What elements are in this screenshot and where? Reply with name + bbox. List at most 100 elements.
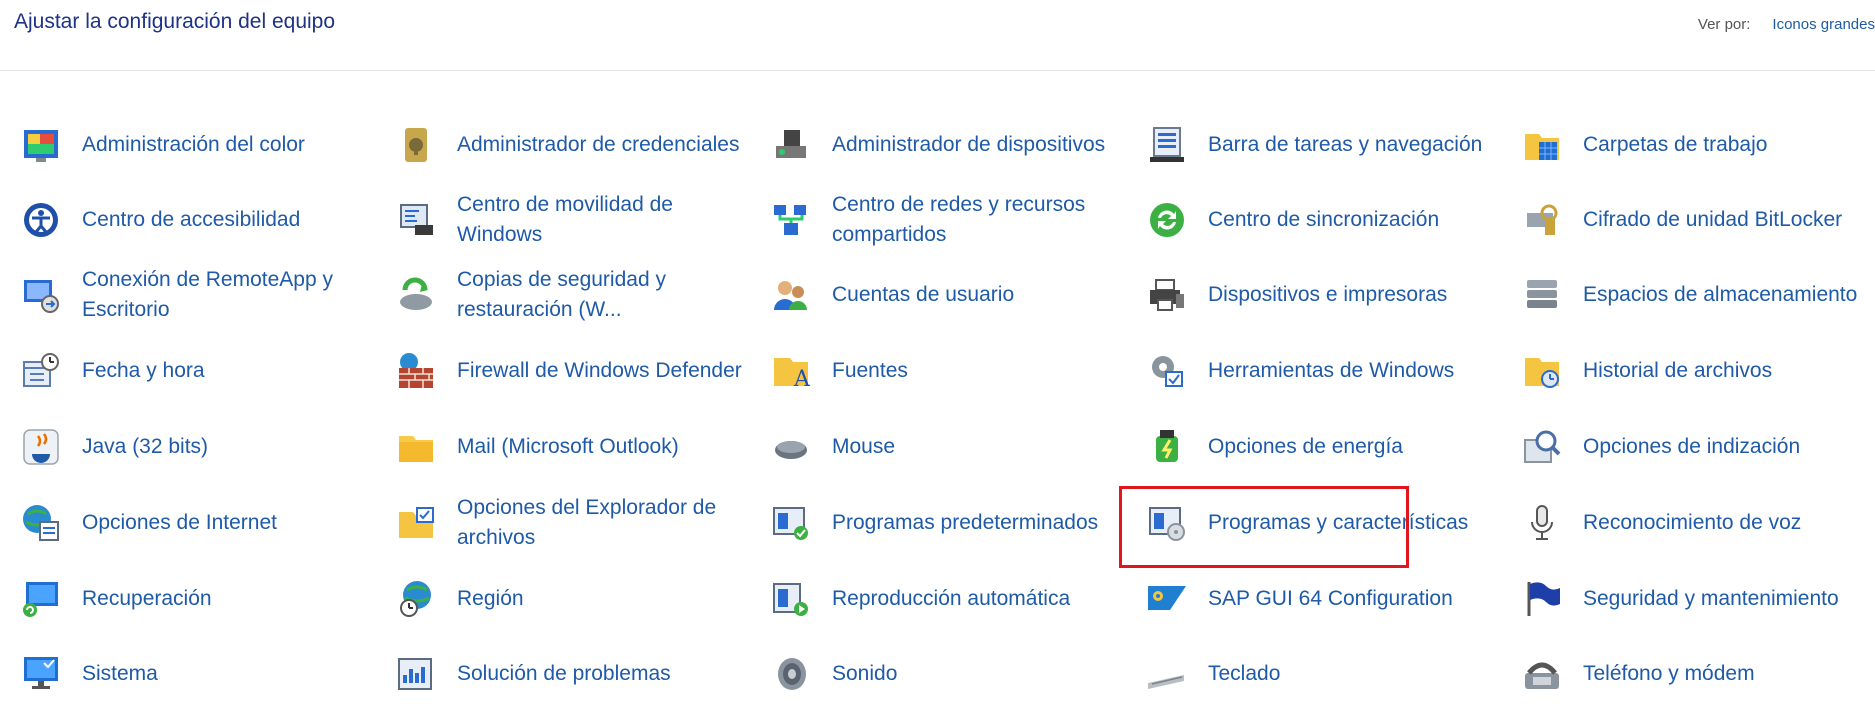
network-center-icon	[770, 199, 812, 241]
control-panel-item-internet-options[interactable]: Opciones de Internet	[20, 493, 375, 553]
control-panel-item-label: Recuperación	[82, 587, 212, 610]
control-panel-item-label: Administrador de credenciales	[457, 133, 740, 156]
control-panel-item-system-monitor[interactable]: Sistema	[20, 644, 375, 704]
control-panel-item-label: Sistema	[82, 662, 158, 685]
user-accounts-icon	[770, 274, 812, 316]
control-panel-item-label: Seguridad y mantenimiento	[1583, 587, 1839, 610]
bitlocker-icon	[1521, 199, 1563, 241]
control-panel-item-remoteapp[interactable]: Conexión de RemoteApp y Escritorio	[20, 265, 375, 325]
device-manager-icon	[770, 124, 812, 166]
control-panel-item-firewall[interactable]: Firewall de Windows Defender	[395, 341, 750, 401]
control-panel-item-label: Administrador de dispositivos	[832, 133, 1106, 156]
control-panel-item-explorer-options[interactable]: Opciones del Explorador de archivos	[395, 493, 750, 553]
phone-modem-icon	[1521, 653, 1563, 695]
recovery-icon	[20, 578, 62, 620]
control-panel-item-troubleshoot[interactable]: Solución de problemas	[395, 644, 750, 704]
control-panel-item-speaker[interactable]: Sonido	[770, 644, 1125, 704]
control-panel-item-label: Programas predeterminados	[832, 511, 1099, 534]
gear-tools-icon	[1146, 350, 1188, 392]
control-panel-item-bitlocker[interactable]: Cifrado de unidad BitLocker	[1521, 190, 1875, 250]
control-panel-item-region-globe[interactable]: Región	[395, 569, 750, 629]
control-panel-item-sap[interactable]: SAP GUI 64 Configuration	[1146, 569, 1501, 629]
control-panel-item-autoplay[interactable]: Reproducción automática	[770, 569, 1125, 629]
taskbar-icon	[1146, 124, 1188, 166]
control-panel-item-mouse[interactable]: Mouse	[770, 417, 1125, 477]
control-panel-item-taskbar[interactable]: Barra de tareas y navegación	[1146, 115, 1501, 175]
control-panel-item-mail-folder[interactable]: Mail (Microsoft Outlook)	[395, 417, 750, 477]
java-icon	[20, 426, 62, 468]
storage-spaces-icon	[1521, 274, 1563, 316]
control-panel-item-default-programs[interactable]: Programas predeterminados	[770, 493, 1125, 553]
security-flag-icon	[1521, 578, 1563, 620]
control-panel-item-label: Mouse	[832, 435, 896, 458]
control-panel-item-mobility-center[interactable]: Centro de movilidad de Windows	[395, 190, 750, 250]
control-panel-item-gear-tools[interactable]: Herramientas de Windows	[1146, 341, 1501, 401]
control-panel-item-calendar-clock[interactable]: Fecha y hora	[20, 341, 375, 401]
control-panel-item-label: Teclado	[1208, 662, 1281, 685]
control-panel-item-power[interactable]: Opciones de energía	[1146, 417, 1501, 477]
control-panel-item-java[interactable]: Java (32 bits)	[20, 417, 375, 477]
mouse-icon	[770, 426, 812, 468]
control-panel-grid: Administración del color Administrador de…	[0, 110, 1875, 699]
mail-folder-icon	[395, 426, 437, 468]
control-panel-item-label: Historial de archivos	[1583, 359, 1773, 382]
control-panel-item-sync-center[interactable]: Centro de sincronización	[1146, 190, 1501, 250]
remoteapp-icon	[20, 274, 62, 316]
control-panel-item-network-center[interactable]: Centro de redes y recursos compartidos	[770, 190, 1125, 250]
control-panel-item-label: Fecha y hora	[82, 359, 205, 382]
control-panel-item-printer[interactable]: Dispositivos e impresoras	[1146, 265, 1501, 325]
control-panel-item-label: Solución de problemas	[457, 662, 671, 685]
control-panel-item-security-flag[interactable]: Seguridad y mantenimiento	[1521, 569, 1875, 629]
control-panel-item-phone-modem[interactable]: Teléfono y módem	[1521, 644, 1875, 704]
control-panel-item-indexing[interactable]: Opciones de indización	[1521, 417, 1875, 477]
control-panel-item-work-folders[interactable]: Carpetas de trabajo	[1521, 115, 1875, 175]
control-panel-item-microphone[interactable]: Reconocimiento de voz	[1521, 493, 1875, 553]
control-panel-item-label: Reconocimiento de voz	[1583, 511, 1802, 534]
control-panel-item-label: Firewall de Windows Defender	[457, 359, 742, 382]
highlight-box	[1119, 486, 1409, 568]
control-panel-item-label: Región	[457, 587, 524, 610]
control-panel-item-label: Reproducción automática	[832, 587, 1071, 610]
internet-options-icon	[20, 502, 62, 544]
default-programs-icon	[770, 502, 812, 544]
control-panel-item-color-management[interactable]: Administración del color	[20, 115, 375, 175]
control-panel-item-label: Sonido	[832, 662, 898, 685]
header-divider	[0, 70, 1875, 71]
calendar-clock-icon	[20, 350, 62, 392]
control-panel-item-label: Herramientas de Windows	[1208, 359, 1455, 382]
explorer-options-icon	[395, 502, 437, 544]
control-panel-item-credential-manager[interactable]: Administrador de credenciales	[395, 115, 750, 175]
color-management-icon	[20, 124, 62, 166]
control-panel-item-keyboard[interactable]: Teclado	[1146, 644, 1501, 704]
control-panel-item-label: Opciones de indización	[1583, 435, 1801, 458]
control-panel-item-label: Carpetas de trabajo	[1583, 133, 1768, 156]
control-panel-item-user-accounts[interactable]: Cuentas de usuario	[770, 265, 1125, 325]
control-panel-item-accessibility[interactable]: Centro de accesibilidad	[20, 190, 375, 250]
control-panel-item-fonts[interactable]: A Fuentes	[770, 341, 1125, 401]
firewall-icon	[395, 350, 437, 392]
control-panel-item-file-history[interactable]: Historial de archivos	[1521, 341, 1875, 401]
file-history-icon	[1521, 350, 1563, 392]
control-panel-item-device-manager[interactable]: Administrador de dispositivos	[770, 115, 1125, 175]
control-panel-item-label: Copias de seguridad y restauración (W...	[457, 268, 666, 321]
keyboard-icon	[1146, 653, 1188, 695]
control-panel-item-label: Centro de accesibilidad	[82, 208, 301, 231]
control-panel-item-label: Espacios de almacenamiento	[1583, 283, 1858, 306]
view-by: Ver por: Iconos grandes	[1698, 16, 1875, 33]
autoplay-icon	[770, 578, 812, 620]
control-panel-item-storage-spaces[interactable]: Espacios de almacenamiento	[1521, 265, 1875, 325]
sap-icon	[1146, 578, 1188, 620]
control-panel-item-label: Barra de tareas y navegación	[1208, 133, 1483, 156]
control-panel-item-label: Mail (Microsoft Outlook)	[457, 435, 679, 458]
fonts-icon: A	[770, 350, 812, 392]
mobility-center-icon	[395, 199, 437, 241]
view-by-dropdown[interactable]: Iconos grandes	[1772, 16, 1875, 33]
control-panel-item-label: Opciones de Internet	[82, 511, 277, 534]
control-panel-item-label: Cuentas de usuario	[832, 283, 1015, 306]
page-title: Ajustar la configuración del equipo	[14, 10, 336, 33]
control-panel-item-recovery[interactable]: Recuperación	[20, 569, 375, 629]
control-panel-item-backup[interactable]: Copias de seguridad y restauración (W...	[395, 265, 750, 325]
region-globe-icon	[395, 578, 437, 620]
troubleshoot-icon	[395, 653, 437, 695]
accessibility-icon	[20, 199, 62, 241]
